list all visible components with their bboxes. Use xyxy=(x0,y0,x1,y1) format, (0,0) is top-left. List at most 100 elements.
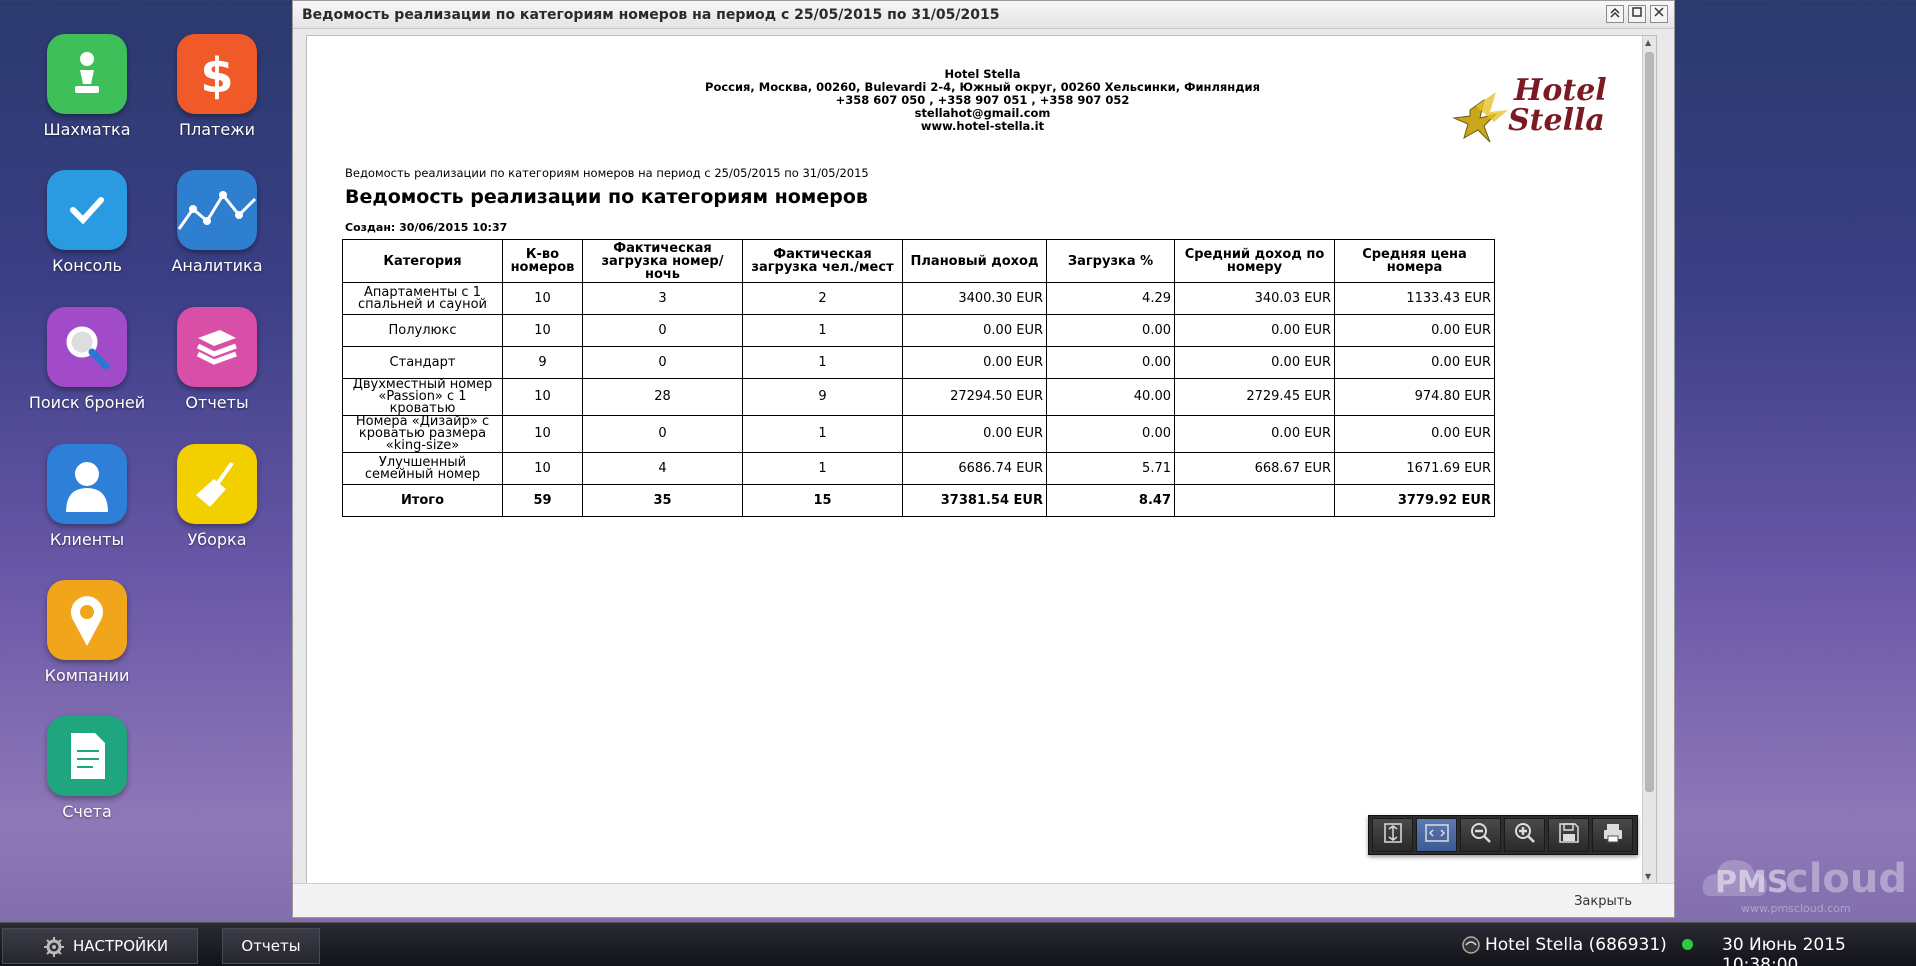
desktop-icon-label: Поиск броней xyxy=(28,393,146,412)
table-cell: 10 xyxy=(502,415,583,453)
table-cell: 10 xyxy=(502,452,583,485)
zoom-in-icon xyxy=(1513,821,1537,849)
report-table: Категория К-во номеров Фактическая загрузк… xyxy=(342,239,1495,517)
desktop-icon-5[interactable]: Поиск броней xyxy=(22,307,152,412)
double-chevron-up-icon xyxy=(1610,7,1620,18)
table-cell: 0.00 EUR xyxy=(1174,314,1335,347)
chess-pawn-icon xyxy=(47,34,127,114)
dollar-icon: $ xyxy=(177,34,257,114)
scrollbar-thumb[interactable] xyxy=(1645,52,1654,792)
desktop-icon-label: Платежи xyxy=(178,120,256,139)
fit-page-button[interactable] xyxy=(1372,818,1413,852)
desktop-icon-10[interactable]: Счета xyxy=(22,716,152,821)
table-cell: 974.80 EUR xyxy=(1334,378,1495,416)
svg-text:cloud: cloud xyxy=(1785,856,1907,902)
settings-button[interactable]: НАСТРОЙКИ xyxy=(2,928,198,964)
table-cell: Номера «Дизайр» с кроватью размера «king… xyxy=(342,415,503,453)
taskbar: НАСТРОЙКИ Отчеты Hotel Stella (686931) 3… xyxy=(0,922,1916,966)
table-cell: 0.00 EUR xyxy=(1174,415,1335,453)
table-cell: Апартаменты с 1 спальней и сауной xyxy=(342,282,503,315)
table-cell: 3 xyxy=(582,282,743,315)
column-header: Загрузка % xyxy=(1046,239,1175,283)
table-cell: 0.00 xyxy=(1046,415,1175,453)
collapse-window-button[interactable] xyxy=(1606,5,1624,23)
table-cell: 1133.43 EUR xyxy=(1334,282,1495,315)
svg-text:PMS: PMS xyxy=(1715,865,1788,900)
maximize-window-button[interactable] xyxy=(1628,5,1646,23)
desktop-icon-4[interactable]: Аналитика xyxy=(152,170,282,275)
report-window: Ведомость реализации по категориям номер… xyxy=(292,0,1675,918)
watermark-url: www.pmscloud.com xyxy=(1741,902,1851,915)
taskbar-item-reports[interactable]: Отчеты xyxy=(222,928,320,964)
zoom-in-button[interactable] xyxy=(1504,818,1545,852)
table-cell: 40.00 xyxy=(1046,378,1175,416)
zoom-out-button[interactable] xyxy=(1460,818,1501,852)
scroll-up-icon[interactable]: ▲ xyxy=(1645,38,1651,47)
desktop-icon-label: Счета xyxy=(62,802,112,821)
table-cell: 10 xyxy=(502,378,583,416)
table-cell: 2 xyxy=(742,282,903,315)
table-row: Стандарт 9 0 1 0.00 EUR 0.00 0.00 EUR 0.00 EUR xyxy=(342,346,1495,379)
table-row: Апартаменты с 1 спальней и сауной 10 3 2 340… xyxy=(342,282,1495,315)
desktop-icon-2[interactable]: $ Платежи xyxy=(152,34,282,139)
column-header: Средняя цена номера xyxy=(1334,239,1495,283)
settings-label: НАСТРОЙКИ xyxy=(73,937,169,955)
table-cell: 1 xyxy=(742,314,903,347)
column-header: Плановый доход xyxy=(902,239,1047,283)
table-cell: 9 xyxy=(502,346,583,379)
desktop-icon-1[interactable]: Шахматка xyxy=(22,34,152,139)
close-button[interactable]: Закрыть xyxy=(1574,894,1632,909)
check-icon xyxy=(47,170,127,250)
column-header: Средний доход по номеру xyxy=(1174,239,1335,283)
window-footer: Закрыть xyxy=(293,883,1674,917)
svg-text:Stella: Stella xyxy=(1508,103,1605,138)
desktop-icon-9[interactable]: Компании xyxy=(22,580,152,685)
table-cell: 10 xyxy=(502,282,583,315)
table-cell: 0.00 EUR xyxy=(902,314,1047,347)
line-chart-icon xyxy=(177,170,257,250)
table-cell: 0.00 EUR xyxy=(1334,415,1495,453)
table-cell: 0.00 EUR xyxy=(1334,314,1495,347)
table-cell: 6686.74 EUR xyxy=(902,452,1047,485)
desktop-icon-6[interactable]: Отчеты xyxy=(152,307,282,412)
desktop-icon-label: Уборка xyxy=(187,530,247,549)
desktop-icon-label: Компании xyxy=(44,666,130,685)
viewer-toolbar xyxy=(1368,815,1638,855)
table-cell: 4 xyxy=(582,452,743,485)
table-cell: Стандарт xyxy=(342,346,503,379)
hotel-status-icon xyxy=(1462,936,1480,954)
table-cell: 668.67 EUR xyxy=(1174,452,1335,485)
desktop-icon-8[interactable]: Уборка xyxy=(152,444,282,549)
save-button[interactable] xyxy=(1548,818,1589,852)
table-cell: 5.71 xyxy=(1046,452,1175,485)
close-window-button[interactable] xyxy=(1650,5,1668,23)
table-cell: 8.47 xyxy=(1046,484,1175,517)
desktop-icon-label: Консоль xyxy=(52,256,122,275)
table-cell: 27294.50 EUR xyxy=(902,378,1047,416)
vertical-scrollbar[interactable]: ▲ ▼ xyxy=(1642,36,1656,883)
desktop-icon-label: Клиенты xyxy=(49,530,125,549)
table-cell: 35 xyxy=(582,484,743,517)
column-header: Фактическая загрузка чел./мест xyxy=(742,239,903,283)
desktop-icon-7[interactable]: Клиенты xyxy=(22,444,152,549)
fit-page-icon xyxy=(1381,821,1405,849)
window-titlebar[interactable]: Ведомость реализации по категориям номер… xyxy=(293,1,1674,29)
table-cell: 1 xyxy=(742,346,903,379)
table-cell: 0 xyxy=(582,415,743,453)
clock: 30 Июнь 2015 10:38:00 xyxy=(1722,935,1846,966)
print-button[interactable] xyxy=(1592,818,1633,852)
table-cell: 2729.45 EUR xyxy=(1174,378,1335,416)
report-created-date: Создан: 30/06/2015 10:37 xyxy=(345,221,508,234)
table-cell: 3400.30 EUR xyxy=(902,282,1047,315)
table-cell xyxy=(1174,484,1335,517)
desktop-icon-3[interactable]: Консоль xyxy=(22,170,152,275)
broom-icon xyxy=(177,444,257,524)
hotel-status[interactable]: Hotel Stella (686931) xyxy=(1485,935,1667,955)
table-cell: Итого xyxy=(342,484,503,517)
table-row: Улучшенный семейный номер 10 4 1 6686.74 EUR… xyxy=(342,452,1495,485)
pms-cloud-watermark: PMS cloud www.pmscloud.com xyxy=(1701,846,1913,916)
fit-width-button[interactable] xyxy=(1416,818,1457,852)
table-cell: 0.00 EUR xyxy=(902,346,1047,379)
scroll-down-icon[interactable]: ▼ xyxy=(1645,872,1651,881)
table-cell: 0.00 EUR xyxy=(1174,346,1335,379)
